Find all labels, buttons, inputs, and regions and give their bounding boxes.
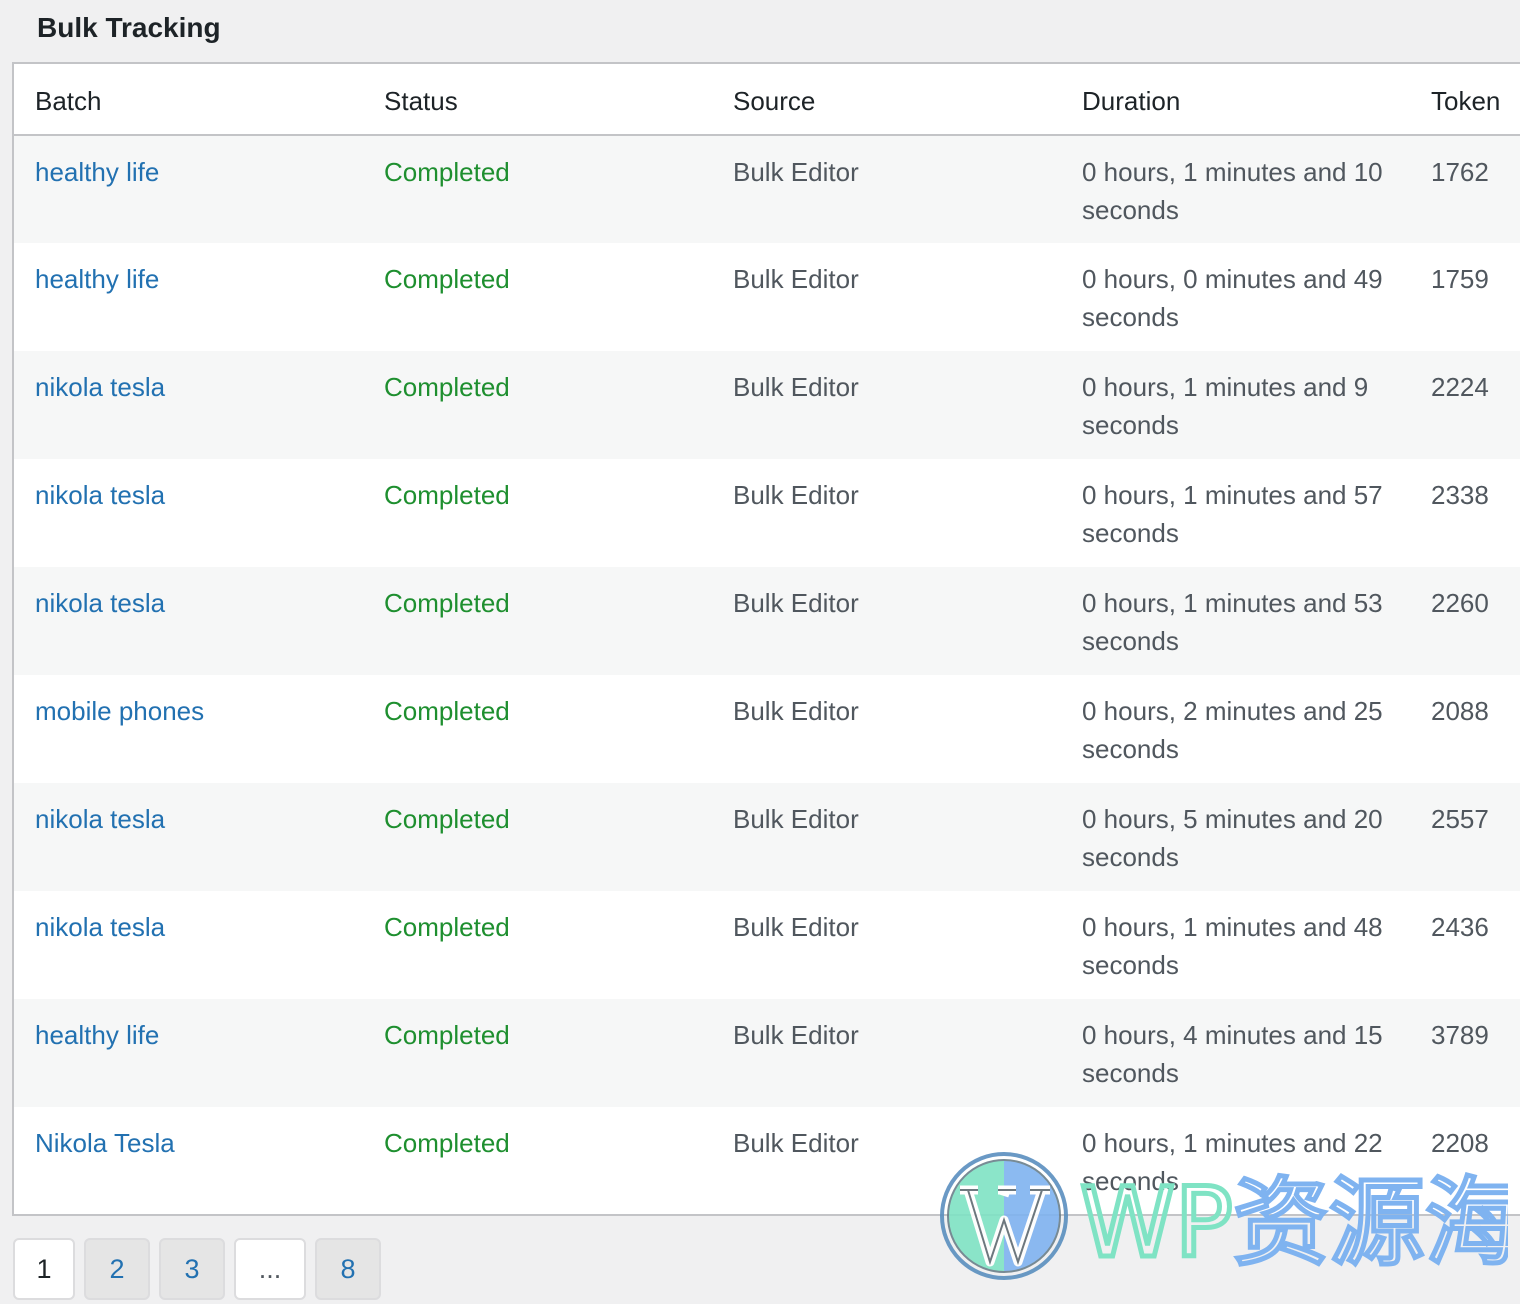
source-cell: Bulk Editor <box>733 372 859 402</box>
status-text: Completed <box>384 1128 510 1158</box>
token-cell: 2338 <box>1431 480 1489 510</box>
batch-link[interactable]: nikola tesla <box>35 480 165 510</box>
table-row: healthy life Completed Bulk Editor 0 hou… <box>14 135 1520 243</box>
batch-link[interactable]: healthy life <box>35 264 159 294</box>
batch-link[interactable]: healthy life <box>35 1020 159 1050</box>
status-text: Completed <box>384 696 510 726</box>
page-button-3[interactable]: 3 <box>159 1238 225 1300</box>
token-cell: 2088 <box>1431 696 1489 726</box>
page-ellipsis: ... <box>234 1238 306 1300</box>
table-row: mobile phones Completed Bulk Editor 0 ho… <box>14 675 1520 783</box>
table-row: healthy life Completed Bulk Editor 0 hou… <box>14 243 1520 351</box>
column-header-batch[interactable]: Batch <box>14 64 384 136</box>
token-cell: 2557 <box>1431 804 1489 834</box>
source-cell: Bulk Editor <box>733 696 859 726</box>
page-title: Bulk Tracking <box>37 12 221 43</box>
table-row: nikola tesla Completed Bulk Editor 0 hou… <box>14 783 1520 891</box>
source-cell: Bulk Editor <box>733 1128 859 1158</box>
duration-cell: 0 hours, 1 minutes and 48 seconds <box>1082 912 1383 980</box>
duration-cell: 0 hours, 2 minutes and 25 seconds <box>1082 696 1383 764</box>
batch-link[interactable]: nikola tesla <box>35 372 165 402</box>
batch-link[interactable]: nikola tesla <box>35 912 165 942</box>
table-header-row: Batch Status Source Duration Token <box>14 64 1520 136</box>
token-cell: 3789 <box>1431 1020 1489 1050</box>
duration-cell: 0 hours, 4 minutes and 15 seconds <box>1082 1020 1383 1088</box>
source-cell: Bulk Editor <box>733 157 859 187</box>
duration-cell: 0 hours, 1 minutes and 9 seconds <box>1082 372 1369 440</box>
column-header-source[interactable]: Source <box>733 64 1082 136</box>
status-text: Completed <box>384 372 510 402</box>
bulk-tracking-table: Batch Status Source Duration Token healt… <box>12 62 1520 1216</box>
duration-cell: 0 hours, 5 minutes and 20 seconds <box>1082 804 1383 872</box>
token-cell: 1762 <box>1431 157 1489 187</box>
status-text: Completed <box>384 480 510 510</box>
table-row: Nikola Tesla Completed Bulk Editor 0 hou… <box>14 1107 1520 1214</box>
token-cell: 1759 <box>1431 264 1489 294</box>
status-text: Completed <box>384 1020 510 1050</box>
source-cell: Bulk Editor <box>733 264 859 294</box>
token-cell: 2208 <box>1431 1128 1489 1158</box>
batch-link[interactable]: healthy life <box>35 157 159 187</box>
status-text: Completed <box>384 912 510 942</box>
source-cell: Bulk Editor <box>733 912 859 942</box>
batch-link[interactable]: nikola tesla <box>35 804 165 834</box>
table-row: nikola tesla Completed Bulk Editor 0 hou… <box>14 459 1520 567</box>
table-row: nikola tesla Completed Bulk Editor 0 hou… <box>14 891 1520 999</box>
source-cell: Bulk Editor <box>733 1020 859 1050</box>
duration-cell: 0 hours, 1 minutes and 57 seconds <box>1082 480 1383 548</box>
table-row: nikola tesla Completed Bulk Editor 0 hou… <box>14 351 1520 459</box>
batch-link[interactable]: Nikola Tesla <box>35 1128 175 1158</box>
duration-cell: 0 hours, 0 minutes and 49 seconds <box>1082 264 1383 332</box>
status-text: Completed <box>384 804 510 834</box>
column-header-token[interactable]: Token <box>1431 64 1520 136</box>
source-cell: Bulk Editor <box>733 588 859 618</box>
table-row: healthy life Completed Bulk Editor 0 hou… <box>14 999 1520 1107</box>
pagination: 1 2 3 ... 8 <box>13 1238 381 1300</box>
duration-cell: 0 hours, 1 minutes and 53 seconds <box>1082 588 1383 656</box>
page-button-2[interactable]: 2 <box>84 1238 150 1300</box>
page-button-1[interactable]: 1 <box>13 1238 75 1300</box>
source-cell: Bulk Editor <box>733 480 859 510</box>
page-button-8[interactable]: 8 <box>315 1238 381 1300</box>
batch-link[interactable]: nikola tesla <box>35 588 165 618</box>
status-text: Completed <box>384 157 510 187</box>
source-cell: Bulk Editor <box>733 804 859 834</box>
table-row: nikola tesla Completed Bulk Editor 0 hou… <box>14 567 1520 675</box>
duration-cell: 0 hours, 1 minutes and 22 seconds <box>1082 1128 1383 1196</box>
token-cell: 2436 <box>1431 912 1489 942</box>
status-text: Completed <box>384 264 510 294</box>
column-header-status[interactable]: Status <box>384 64 733 136</box>
token-cell: 2260 <box>1431 588 1489 618</box>
column-header-duration[interactable]: Duration <box>1082 64 1431 136</box>
duration-cell: 0 hours, 1 minutes and 10 seconds <box>1082 157 1383 225</box>
status-text: Completed <box>384 588 510 618</box>
batch-link[interactable]: mobile phones <box>35 696 204 726</box>
token-cell: 2224 <box>1431 372 1489 402</box>
